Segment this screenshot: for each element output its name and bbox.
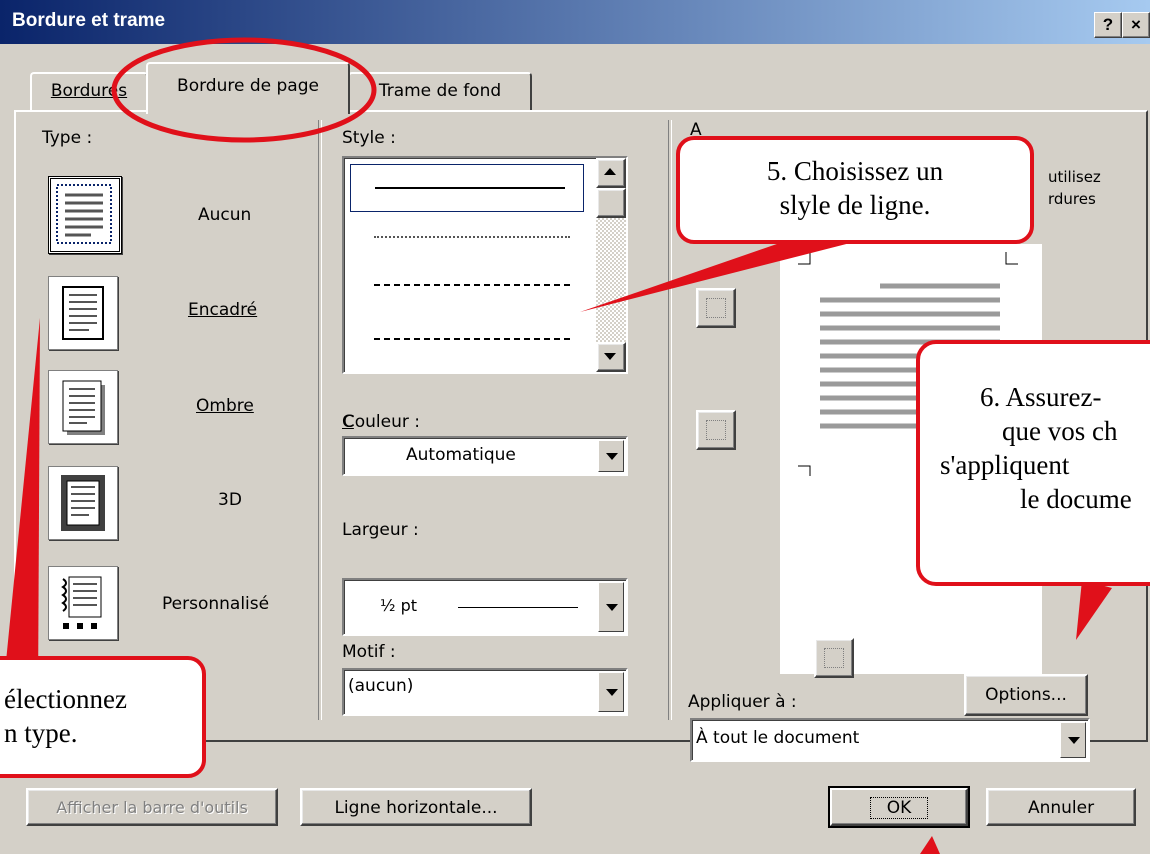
- ok-arrow-head: [920, 836, 940, 854]
- callout-step-6: 6. Assurez- que vos ch s'appliquent le d…: [916, 340, 1150, 586]
- callout-5-tail: [580, 236, 862, 312]
- callout-step-5: 5. Choisissez un slyle de ligne.: [676, 136, 1034, 244]
- callout-6-line2: que vos ch: [1002, 416, 1118, 446]
- callout-6-line3: s'appliquent: [940, 450, 1070, 480]
- callout-5-line2: slyle de ligne.: [779, 190, 931, 220]
- tab-bordure-de-page[interactable]: Bordure de page: [146, 62, 350, 114]
- callout-4-line2: n type.: [4, 718, 78, 748]
- callout-5-line1: 5. Choisissez un: [766, 156, 944, 186]
- callout-4-line1: électionnez: [4, 684, 127, 714]
- tab-bordure-de-page-label: Bordure de page: [177, 76, 319, 96]
- callout-step-4: électionnez n type.: [0, 656, 206, 778]
- callout-4-tail: [2, 318, 40, 702]
- callout-6-line4: le docume: [1020, 484, 1132, 514]
- callout-6-tail: [1076, 580, 1112, 640]
- callout-6-line1: 6. Assurez-: [980, 382, 1102, 412]
